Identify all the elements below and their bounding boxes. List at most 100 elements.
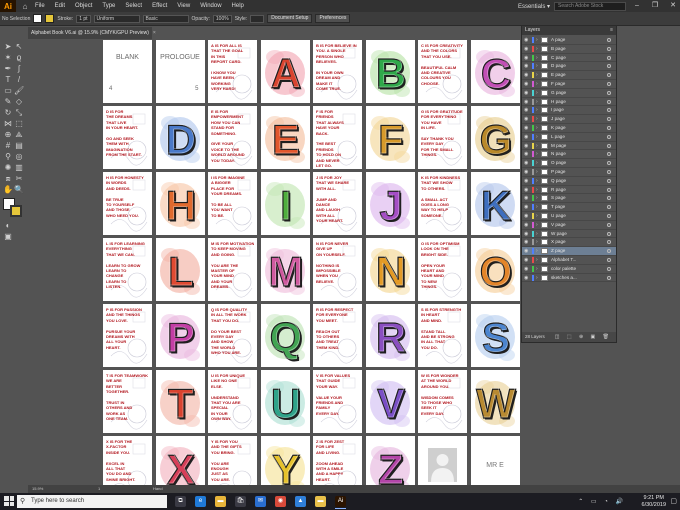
stroke-color-swatch[interactable]: [10, 205, 22, 217]
system-tray-icons[interactable]: ⌃ ▭ ◔ 🔊: [578, 498, 626, 505]
layer-row[interactable]: ◉ › N page: [522, 150, 616, 160]
text-page[interactable]: M IS FOR MOTIVATION TO KEEP MOVING AND G…: [208, 238, 257, 301]
letter-page-p[interactable]: PPP: [155, 304, 205, 367]
layer-row[interactable]: ◉ › E page: [522, 71, 616, 80]
letter-page-q[interactable]: QQQ: [260, 304, 310, 367]
notifications-icon[interactable]: ▢: [670, 497, 677, 505]
panel-menu-icon[interactable]: ≡: [610, 26, 613, 35]
stroke-swatch[interactable]: [45, 14, 55, 23]
preferences-button[interactable]: Preferences: [315, 14, 351, 23]
stroke-weight-field[interactable]: 1 pt: [76, 14, 91, 23]
width-tool-icon[interactable]: ⋈: [3, 119, 13, 129]
target-circle-icon[interactable]: [607, 169, 611, 174]
artboard-prologue[interactable]: PROLOGUE 5: [155, 40, 205, 103]
free-transform-tool-icon[interactable]: ⬚: [14, 119, 24, 129]
letter-page-o[interactable]: OOO: [470, 238, 520, 301]
type-tool-icon[interactable]: T: [3, 75, 13, 85]
zoom-level[interactable]: 15.9%: [32, 485, 43, 493]
target-circle-icon[interactable]: [607, 275, 611, 280]
layer-row[interactable]: ◉ › Z page: [522, 247, 616, 256]
task-view-icon[interactable]: ⧉: [175, 496, 186, 507]
menu-object[interactable]: Object: [70, 0, 97, 12]
visibility-eye-icon[interactable]: ◉: [524, 81, 530, 87]
close-button[interactable]: ✕: [666, 0, 680, 12]
visibility-eye-icon[interactable]: ◉: [524, 231, 530, 237]
letter-page-r[interactable]: RRR: [365, 304, 415, 367]
letter-page-z[interactable]: ZZZ: [365, 436, 415, 485]
layer-row[interactable]: ◉ › W page: [522, 230, 616, 239]
visibility-eye-icon[interactable]: ◉: [524, 116, 530, 122]
layer-name[interactable]: A page: [551, 36, 565, 45]
letter-page-x[interactable]: XXX: [155, 436, 205, 485]
target-circle-icon[interactable]: [607, 64, 611, 69]
expand-arrow-icon[interactable]: ›: [536, 150, 538, 158]
layer-row[interactable]: ◉ › X page: [522, 238, 616, 248]
expand-arrow-icon[interactable]: ›: [536, 142, 538, 150]
menu-window[interactable]: Window: [195, 0, 226, 12]
layer-name[interactable]: R page: [551, 186, 566, 195]
symbol-sprayer-tool-icon[interactable]: ✺: [3, 163, 13, 173]
hand-tool-icon[interactable]: ✋: [3, 185, 13, 195]
expand-arrow-icon[interactable]: ›: [536, 98, 538, 106]
layer-name[interactable]: W page: [551, 230, 567, 239]
expand-arrow-icon[interactable]: ›: [536, 115, 538, 123]
target-circle-icon[interactable]: [607, 38, 611, 42]
text-page[interactable]: G IS FOR GRATITUDE FOR EVERYTHING YOU HA…: [418, 106, 467, 169]
target-circle-icon[interactable]: [607, 196, 611, 201]
author-photo-page[interactable]: [418, 436, 467, 485]
shape-builder-tool-icon[interactable]: ⊕: [3, 130, 13, 140]
layer-row[interactable]: ◉ › R page: [522, 186, 616, 195]
curvature-tool-icon[interactable]: ∫: [14, 64, 24, 74]
expand-arrow-icon[interactable]: ›: [536, 106, 538, 114]
letter-page-g[interactable]: GGG: [470, 106, 520, 169]
menu-effect[interactable]: Effect: [147, 0, 172, 12]
windows-start-icon[interactable]: [4, 496, 14, 506]
letter-page-a[interactable]: AAA: [260, 40, 310, 103]
expand-arrow-icon[interactable]: ›: [536, 54, 538, 62]
expand-arrow-icon[interactable]: ›: [536, 71, 538, 79]
expand-arrow-icon[interactable]: ›: [536, 203, 538, 211]
text-page[interactable]: P IS FOR PASSION AND THE THINGS YOU LOVE…: [103, 304, 152, 367]
rotate-tool-icon[interactable]: ↻: [3, 108, 13, 118]
layer-row[interactable]: ◉ › T page: [522, 203, 616, 212]
maximize-button[interactable]: ❐: [648, 0, 662, 12]
blend-tool-icon[interactable]: ◎: [14, 152, 24, 162]
expand-arrow-icon[interactable]: ›: [536, 274, 538, 282]
layer-row[interactable]: ◉ › F page: [522, 80, 616, 89]
text-page[interactable]: D IS FOR THE DREAMS THAT LIVE IN YOUR HE…: [103, 106, 152, 169]
layer-name[interactable]: H page: [551, 98, 566, 107]
letter-page-e[interactable]: EEE: [260, 106, 310, 169]
adobe-stock-search[interactable]: Search Adobe Stock: [554, 1, 626, 11]
expand-arrow-icon[interactable]: ›: [536, 212, 538, 220]
text-page[interactable]: Q IS FOR QUALITY IN ALL THE WORK THAT YO…: [208, 304, 257, 367]
layer-name[interactable]: I page: [551, 106, 564, 115]
layer-row[interactable]: ◉ › M page: [522, 142, 616, 151]
layer-name[interactable]: P page: [551, 168, 565, 177]
visibility-eye-icon[interactable]: ◉: [524, 213, 530, 219]
layer-name[interactable]: B page: [551, 45, 566, 54]
visibility-eye-icon[interactable]: ◉: [524, 72, 530, 78]
visibility-eye-icon[interactable]: ◉: [524, 275, 530, 281]
layer-row[interactable]: ◉ › Alphabet T...: [522, 256, 616, 265]
menu-edit[interactable]: Edit: [50, 0, 70, 12]
eyedropper-tool-icon[interactable]: ⚲: [3, 152, 13, 162]
fill-swatch[interactable]: [33, 14, 43, 23]
mail-icon[interactable]: ✉: [255, 496, 266, 507]
text-page[interactable]: F IS FOR FRIENDS THAT ALWAYS HAVE YOUR B…: [313, 106, 362, 169]
author-name-page[interactable]: MR E: [470, 436, 520, 485]
target-circle-icon[interactable]: [607, 73, 611, 78]
layer-row[interactable]: ◉ › V page: [522, 221, 616, 230]
visibility-eye-icon[interactable]: ◉: [524, 125, 530, 131]
text-page[interactable]: O IS FOR OPTIMISM LOOK ON THE BRIGHT SID…: [418, 238, 467, 301]
letter-page-h[interactable]: HHH: [155, 172, 205, 235]
text-page[interactable]: X IS FOR THE X-FACTOR INSIDE YOU. EXCEL …: [103, 436, 152, 485]
direct-selection-tool-icon[interactable]: ↖: [14, 42, 24, 52]
layer-row[interactable]: ◉ › Q page: [522, 177, 616, 186]
screen-mode-icon[interactable]: ▣: [3, 232, 13, 242]
column-graph-tool-icon[interactable]: ▥: [14, 163, 24, 173]
layer-name[interactable]: J page: [551, 115, 565, 124]
text-page[interactable]: H IS FOR HONESTY IN WORDS AND DEEDS. BE …: [103, 172, 152, 235]
layer-row[interactable]: ◉ › A page: [522, 36, 616, 45]
draw-mode-icon[interactable]: ◐: [3, 221, 13, 231]
expand-arrow-icon[interactable]: ›: [536, 238, 538, 246]
